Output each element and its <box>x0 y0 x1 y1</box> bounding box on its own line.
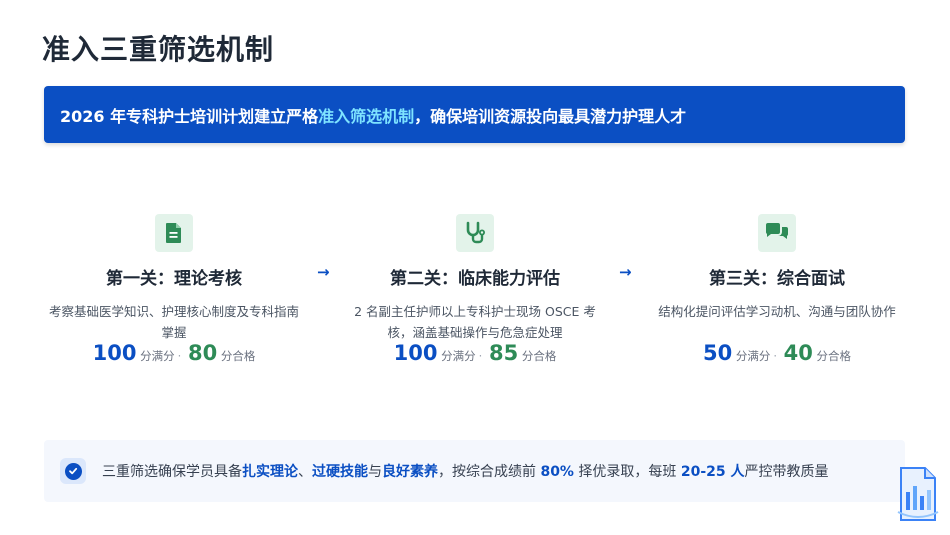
banner-text-before: 2026 年专科护士培训计划建立严格 <box>60 106 319 126</box>
summary-emphasis: 20-25 人 <box>680 464 745 480</box>
stage-card-3: 第三关：综合面试 结构化提问评估学习动机、沟通与团队协作 <box>627 214 927 322</box>
banner-text-after: ，确保培训资源投向最具潜力护理人才 <box>414 106 687 126</box>
summary-emphasis: 过硬技能 <box>312 464 368 480</box>
stage-description: 考察基础医学知识、护理核心制度及专科指南掌握 <box>49 304 300 340</box>
pass-score: 40 <box>783 341 813 365</box>
score-separator: · <box>773 349 777 363</box>
page-title: 准入三重筛选机制 <box>42 33 275 66</box>
full-score: 50 <box>702 341 733 365</box>
score-row-3: 50 分满分 · 40 分合格 <box>627 341 927 365</box>
intro-banner: 2026 年专科护士培训计划建立严格 准入筛选机制 ，确保培训资源投向最具潜力护理人… <box>44 86 905 143</box>
chat-bubbles-icon <box>758 214 796 252</box>
stage-description: 结构化提问评估学习动机、沟通与团队协作 <box>658 304 896 319</box>
summary-part: 择优录取，每班 <box>573 464 681 480</box>
summary-note: 三重筛选确保学员具备扎实理论、过硬技能与良好素养，按综合成绩前 80% 择优录取… <box>44 440 905 502</box>
score-row-1: 100 分满分 · 80 分合格 <box>24 341 324 365</box>
summary-text: 三重筛选确保学员具备扎实理论、过硬技能与良好素养，按综合成绩前 80% 择优录取… <box>102 461 829 481</box>
pass-score-label: 分合格 <box>816 349 852 363</box>
stage-title: 第一关：理论考核 <box>106 269 242 289</box>
summary-emphasis: 良好素养 <box>382 464 438 480</box>
document-icon <box>155 214 193 252</box>
score-separator: · <box>478 349 483 363</box>
pass-score: 80 <box>187 341 218 365</box>
summary-part: 、 <box>298 464 312 480</box>
score-separator: · <box>177 349 182 363</box>
stage-card-1: 第一关：理论考核 考察基础医学知识、护理核心制度及专科指南掌握 <box>24 214 324 343</box>
stethoscope-icon <box>456 214 494 252</box>
full-score-label: 分满分 <box>140 349 175 363</box>
pass-score-label: 分合格 <box>220 349 256 363</box>
pass-score: 85 <box>488 341 519 365</box>
summary-part: 严控带教质量 <box>744 464 829 480</box>
summary-emphasis: 扎实理论 <box>242 464 298 480</box>
summary-part: 与 <box>368 464 382 480</box>
stage-card-2: 第二关：临床能力评估 2 名副主任护师以上专科护士现场 OSCE 考核，涵盖基础… <box>325 214 625 343</box>
full-score: 100 <box>92 341 137 365</box>
check-icon <box>60 458 86 484</box>
summary-emphasis: 80% <box>540 464 574 480</box>
summary-part: ，按综合成绩前 <box>438 464 541 480</box>
stage-description: 2 名副主任护师以上专科护士现场 OSCE 考核，涵盖基础操作与危急症处理 <box>354 304 596 340</box>
stage-title: 第三关：综合面试 <box>709 269 845 289</box>
full-score: 100 <box>393 341 438 365</box>
score-row-2: 100 分满分 · 85 分合格 <box>325 341 625 365</box>
pass-score-label: 分合格 <box>521 349 557 363</box>
banner-highlight: 准入筛选机制 <box>318 106 415 126</box>
stage-title: 第二关：临床能力评估 <box>390 269 560 289</box>
report-chart-icon <box>895 462 941 530</box>
full-score-label: 分满分 <box>735 349 771 363</box>
full-score-label: 分满分 <box>441 349 476 363</box>
summary-part: 三重筛选确保学员具备 <box>102 464 242 480</box>
